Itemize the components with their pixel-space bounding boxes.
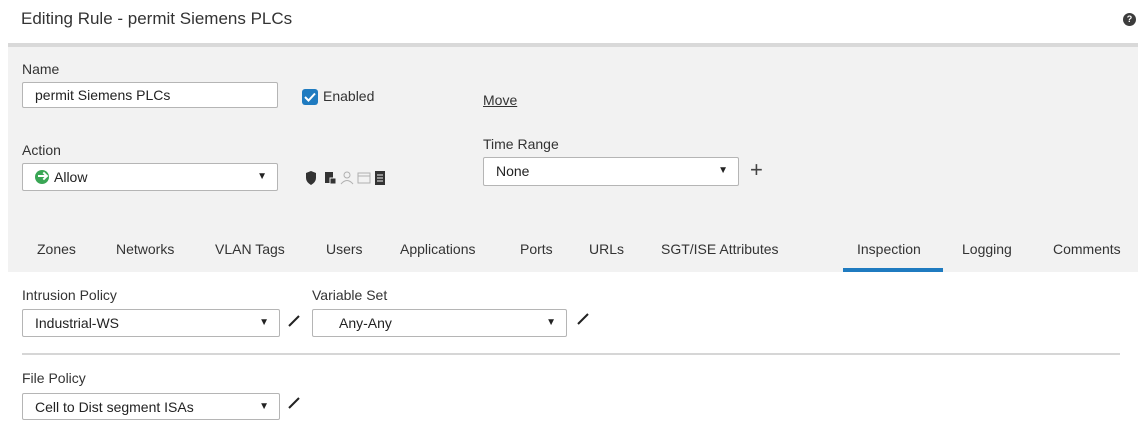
active-tab-indicator [843,268,943,272]
chevron-down-icon: ▼ [259,317,269,328]
move-link[interactable]: Move [483,92,517,108]
tab-comments[interactable]: Comments [1053,241,1121,257]
action-value: Allow [54,169,88,185]
tab-logging[interactable]: Logging [962,241,1012,257]
variable-set-label: Variable Set [312,287,388,303]
intrusion-policy-value: Industrial-WS [35,315,120,331]
tab-applications[interactable]: Applications [400,241,476,257]
time-range-select[interactable]: None ▼ [483,157,739,186]
name-label: Name [22,61,60,77]
file-policy-select[interactable]: Cell to Dist segment ISAs ▼ [22,393,280,420]
time-range-value: None [496,163,530,179]
title-bar: Editing Rule - permit Siemens PLCs ? [0,0,1146,44]
time-range-label: Time Range [483,136,559,152]
action-label: Action [22,142,61,158]
action-select[interactable]: Allow ▼ [22,163,278,191]
intrusion-policy-label: Intrusion Policy [22,287,117,303]
allow-icon [35,170,49,184]
user-icon[interactable] [340,171,354,185]
name-input[interactable]: permit Siemens PLCs [22,82,278,108]
tab-networks[interactable]: Networks [116,241,174,257]
enabled-checkbox[interactable] [302,89,318,105]
file-policy-label: File Policy [22,370,86,386]
shield-icon[interactable] [306,171,316,185]
tab-sgt-ise-attributes[interactable]: SGT/ISE Attributes [661,241,779,257]
variable-set-value: Any-Any [339,315,392,331]
action-options-icons [306,171,385,185]
help-icon[interactable]: ? [1123,13,1136,26]
window-icon[interactable] [357,172,371,184]
tab-vlan-tags[interactable]: VLAN Tags [215,241,285,257]
chevron-down-icon: ▼ [257,171,267,182]
tab-urls[interactable]: URLs [589,241,624,257]
tab-zones[interactable]: Zones [37,241,76,257]
edit-variable-set-icon[interactable] [576,312,590,326]
page-title: Editing Rule - permit Siemens PLCs [21,9,293,28]
add-time-range-icon[interactable]: + [750,159,763,181]
tab-users[interactable]: Users [326,241,363,257]
chevron-down-icon: ▼ [259,401,269,412]
edit-intrusion-policy-icon[interactable] [287,314,301,328]
edit-file-policy-icon[interactable] [287,396,301,410]
chevron-down-icon: ▼ [718,165,728,176]
chevron-down-icon: ▼ [546,317,556,328]
section-divider [22,353,1120,355]
tab-ports[interactable]: Ports [520,241,553,257]
tab-inspection[interactable]: Inspection [857,241,921,257]
intrusion-policy-select[interactable]: Industrial-WS ▼ [22,309,280,337]
file-policy-value: Cell to Dist segment ISAs [35,399,194,415]
variable-set-select[interactable]: Any-Any ▼ [312,309,567,337]
log-icon[interactable] [325,172,337,185]
document-icon[interactable] [375,171,385,185]
enabled-label: Enabled [323,88,375,104]
